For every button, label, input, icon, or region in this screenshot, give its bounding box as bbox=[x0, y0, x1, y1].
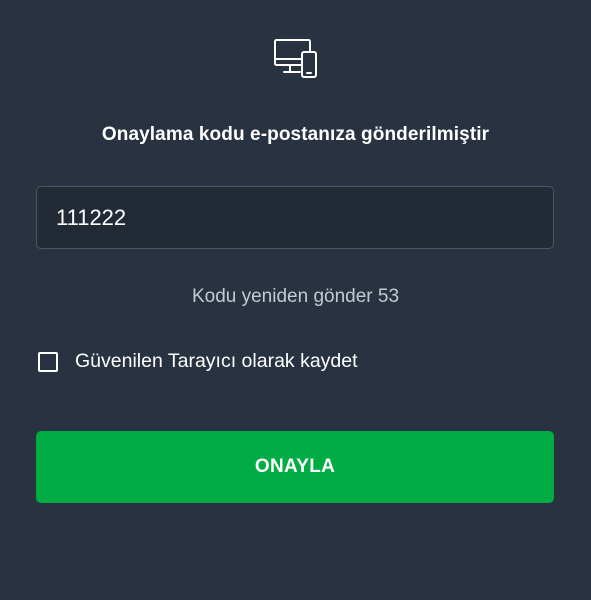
verification-code-input[interactable] bbox=[36, 186, 554, 249]
desktop-and-mobile-icon bbox=[273, 38, 319, 80]
resend-code-link[interactable]: Kodu yeniden gönder bbox=[192, 286, 373, 307]
trusted-browser-label: Güvenilen Tarayıcı olarak kaydet bbox=[75, 350, 358, 372]
confirm-button[interactable]: ONAYLA bbox=[36, 431, 554, 503]
page-title: Onaylama kodu e-postanıza gönderilmiştir bbox=[101, 124, 490, 145]
resend-code[interactable]: Kodu yeniden gönder 53 bbox=[0, 286, 591, 308]
trusted-browser-checkbox[interactable] bbox=[38, 351, 58, 372]
resend-countdown: 53 bbox=[377, 286, 400, 307]
trusted-browser-option[interactable]: Güvenilen Tarayıcı olarak kaydet bbox=[38, 350, 358, 373]
